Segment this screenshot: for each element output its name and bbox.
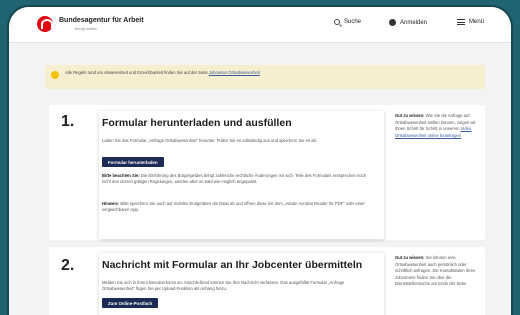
step-content: Formular herunterladen und ausfüllen Lad… bbox=[99, 111, 384, 239]
step-intro: Melden Sie sich in Ihrem Benutzerkonto a… bbox=[102, 280, 345, 292]
step-content: Nachricht mit Formular an Ihr Jobcenter … bbox=[99, 253, 384, 315]
info-notice: Alle Regeln rund um Abwesenheit und Erre… bbox=[45, 65, 485, 89]
login-button[interactable]: Anmelden bbox=[389, 19, 427, 26]
login-label: Anmelden bbox=[400, 19, 428, 26]
search-icon bbox=[334, 19, 340, 25]
agency-logo-icon[interactable] bbox=[37, 16, 53, 32]
agency-tagline: bringt weiter. bbox=[75, 26, 98, 31]
step-intro: Laden Sie das Formular „Anfrage Ortsabwe… bbox=[102, 138, 318, 143]
step-1: 1. Formular herunterladen und ausfüllen … bbox=[49, 105, 485, 240]
agency-name[interactable]: Bundesagentur für Arbeit bbox=[59, 17, 144, 24]
notice-link[interactable]: Jobcenter Ortsabwesenheit bbox=[209, 70, 260, 75]
hint-body: Bitte speichern Sie auch auf mobilen End… bbox=[102, 201, 365, 213]
step-number: 2. bbox=[61, 257, 75, 274]
online-mailbox-button[interactable]: Zum Online-Postfach bbox=[102, 298, 159, 308]
note-text: Bitte beachten Sie: Die Einführung des B… bbox=[102, 173, 372, 186]
hint-text: Hinweis: Bitte speichern Sie auch auf mo… bbox=[102, 201, 372, 214]
aside-label: Gut zu wissen: bbox=[395, 255, 425, 260]
browser-viewport: Bundesagentur für Arbeit bringt weiter. … bbox=[7, 5, 513, 315]
menu-label: Menü bbox=[469, 19, 485, 25]
hamburger-icon bbox=[457, 19, 465, 25]
user-icon bbox=[389, 19, 396, 26]
notice-text: Alle Regeln rund um Abwesenheit und Erre… bbox=[65, 70, 275, 77]
step-2: 2. Nachricht mit Formular an Ihr Jobcent… bbox=[49, 247, 485, 315]
note-label: Bitte beachten Sie: bbox=[102, 173, 140, 178]
menu-button[interactable]: Menü bbox=[457, 19, 484, 25]
step-number: 1. bbox=[61, 113, 75, 130]
step-title: Nachricht mit Formular an Ihr Jobcenter … bbox=[102, 259, 363, 271]
aside-label: Gut zu wissen: bbox=[395, 113, 425, 118]
good-to-know-box: Gut zu wissen: Sie können eine Ortsabwes… bbox=[395, 255, 479, 288]
hint-label: Hinweis: bbox=[102, 201, 120, 206]
good-to-know-box: Gut zu wissen: Wie Sie die Anfrage auf O… bbox=[395, 113, 479, 139]
note-body: Die Einführung des Bürgergeldes bringt z… bbox=[102, 173, 367, 185]
search-button[interactable]: Suche bbox=[334, 19, 361, 25]
info-icon bbox=[51, 71, 59, 79]
notice-body: Alle Regeln rund um Abwesenheit und Erre… bbox=[65, 70, 209, 75]
download-form-button[interactable]: Formular herunterladen bbox=[102, 157, 164, 167]
step-title: Formular herunterladen und ausfüllen bbox=[102, 117, 292, 129]
search-label: Suche bbox=[344, 19, 362, 25]
site-header: Bundesagentur für Arbeit bringt weiter. … bbox=[9, 7, 511, 43]
